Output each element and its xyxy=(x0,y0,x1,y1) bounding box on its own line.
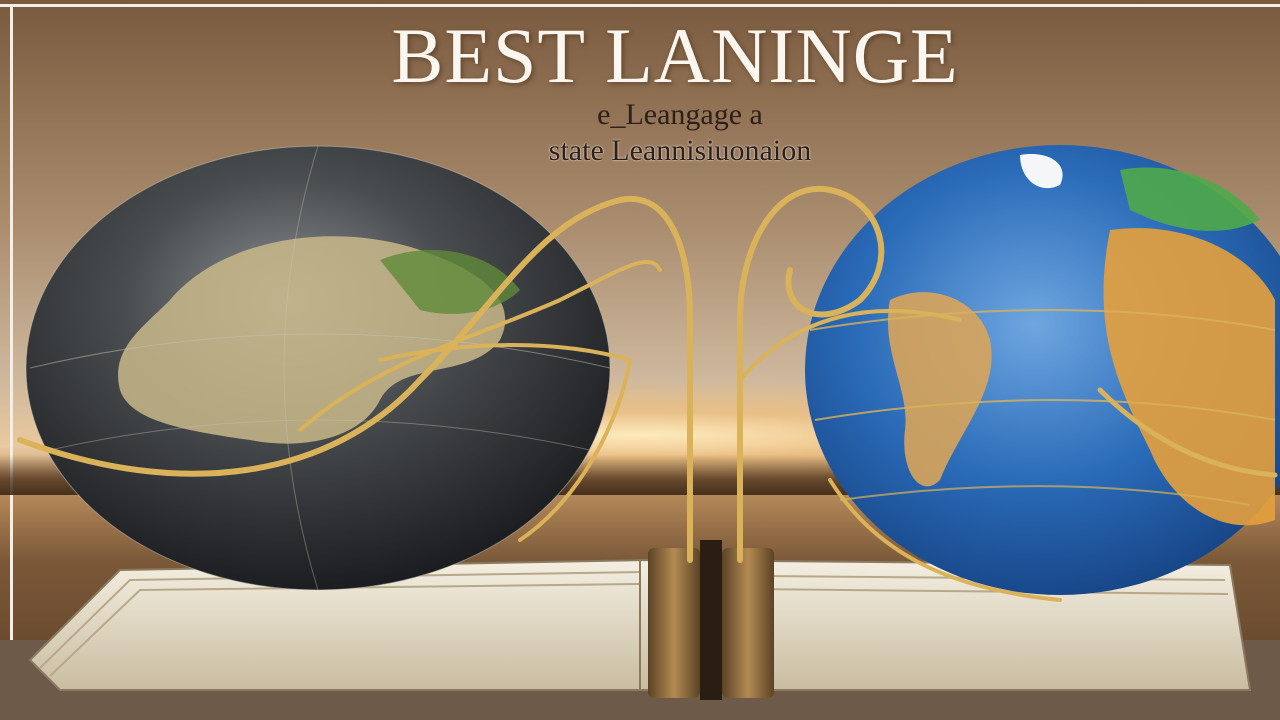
color-globe-icon xyxy=(805,145,1280,595)
dark-globe-icon xyxy=(25,145,611,591)
poster-scene: BEST LANINGE e_Leangage a state Leannisi… xyxy=(0,0,1280,720)
poster-subtitle-line2: state Leannisiuonaion xyxy=(548,134,812,167)
poster-title: BEST LANINGE xyxy=(391,12,959,99)
poster-subtitle-line1: e_Leangage a xyxy=(597,98,763,131)
